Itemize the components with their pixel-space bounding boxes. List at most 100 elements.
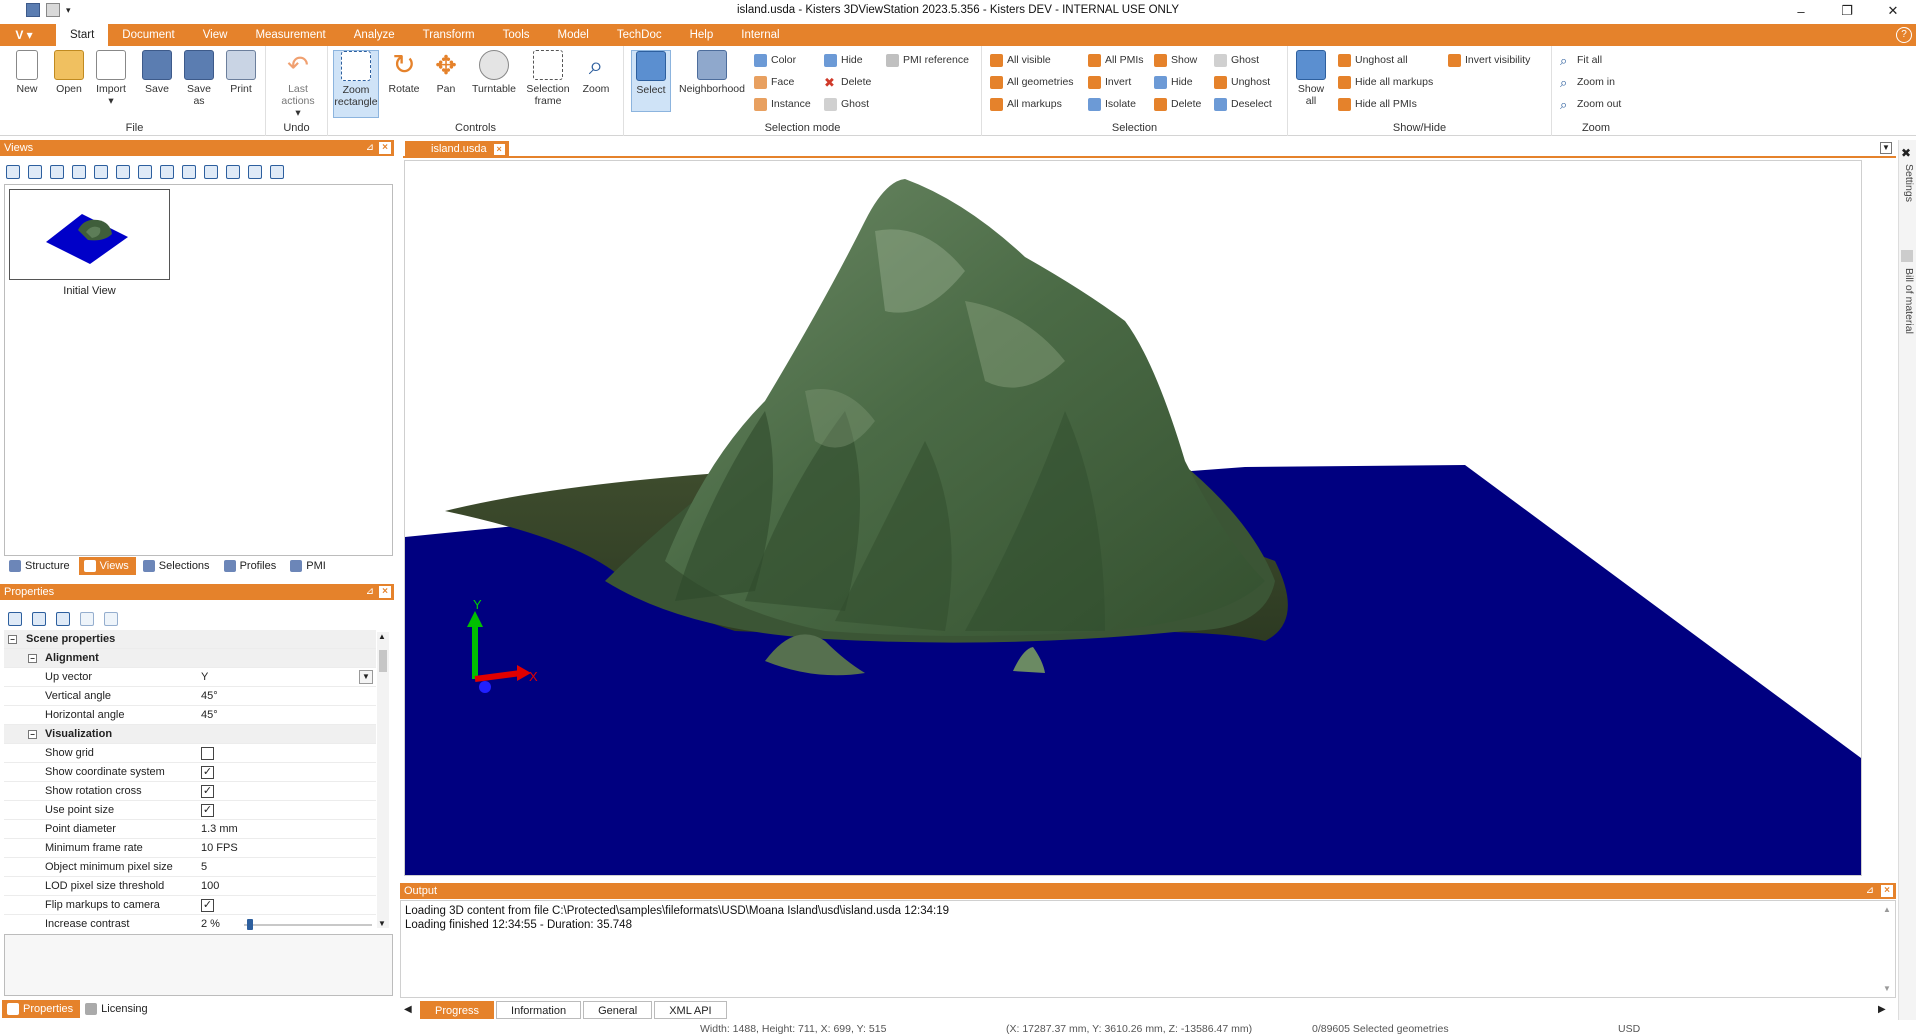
hide-all-pmis-button[interactable]: Hide all PMIs — [1338, 95, 1417, 113]
scroll-up-icon[interactable]: ▲ — [1883, 905, 1891, 914]
zoom-button[interactable]: ⌕ Zoom — [576, 50, 616, 95]
help-icon[interactable]: ? — [1896, 27, 1912, 43]
collapse-icon[interactable]: − — [28, 654, 37, 663]
next-view-icon[interactable] — [138, 165, 152, 179]
tab-profiles[interactable]: Profiles — [219, 557, 284, 575]
scroll-down-icon[interactable]: ▼ — [378, 919, 386, 928]
face-mode-button[interactable]: Face — [754, 73, 794, 91]
print-button[interactable]: Print — [222, 50, 260, 95]
visualization-section[interactable]: − Visualization — [4, 725, 376, 744]
minimum-frame-rate-row[interactable]: Minimum frame rate 10 FPS — [4, 839, 376, 858]
paste-properties-icon[interactable] — [80, 612, 94, 626]
new-button[interactable]: New — [8, 50, 46, 95]
settings-tools-icon[interactable]: ✖ — [1901, 146, 1911, 160]
bill-of-material-side-tab[interactable]: Bill of material — [1901, 268, 1915, 334]
tab-xml-api[interactable]: XML API — [654, 1001, 727, 1019]
delete-view-icon[interactable] — [72, 165, 86, 179]
collapse-icon[interactable]: − — [28, 730, 37, 739]
document-tab-island[interactable]: island.usda × — [405, 141, 509, 158]
output-tabs-scroll-left-icon[interactable]: ◀ — [404, 1004, 412, 1015]
save-button[interactable]: Save — [138, 50, 176, 95]
tab-document[interactable]: Document — [108, 24, 188, 46]
close-output-pane-icon[interactable]: × — [1881, 885, 1893, 897]
properties-scrollbar-thumb[interactable] — [379, 650, 387, 672]
3d-viewport[interactable]: Y X — [404, 160, 1862, 876]
lod-threshold-row[interactable]: LOD pixel size threshold 100 — [4, 877, 376, 896]
app-menu-button[interactable]: V ▾ — [4, 26, 44, 44]
close-document-icon[interactable]: × — [493, 144, 505, 155]
use-point-size-checkbox[interactable]: ✓ — [201, 804, 214, 817]
horizontal-angle-value[interactable]: 45° — [201, 706, 218, 724]
expand-all-icon[interactable] — [8, 612, 22, 626]
close-properties-pane-icon[interactable]: × — [379, 586, 391, 598]
show-rotation-cross-row[interactable]: Show rotation cross ✓ — [4, 782, 376, 801]
minimize-button[interactable]: – — [1778, 0, 1824, 22]
flip-markups-checkbox[interactable]: ✓ — [201, 899, 214, 912]
grid-view-icon[interactable] — [248, 165, 262, 179]
point-diameter-value[interactable]: 1.3 mm — [201, 820, 238, 838]
alignment-section[interactable]: − Alignment — [4, 649, 376, 668]
properties-scrollbar[interactable]: ▲ ▼ — [377, 632, 389, 928]
up-vector-row[interactable]: Up vector Y ▼ — [4, 668, 376, 687]
object-min-pixel-size-value[interactable]: 5 — [201, 858, 207, 876]
tab-selections[interactable]: Selections — [138, 557, 217, 575]
hide-selection-button[interactable]: Hide — [1154, 73, 1193, 91]
output-tabs-scroll-right-icon[interactable]: ▶ — [1878, 1004, 1886, 1015]
chevron-down-icon[interactable]: ▼ — [359, 670, 373, 684]
object-min-pixel-size-row[interactable]: Object minimum pixel size 5 — [4, 858, 376, 877]
tab-information[interactable]: Information — [496, 1001, 582, 1019]
import-view-icon[interactable] — [226, 165, 240, 179]
fit-all-button[interactable]: ⌕ Fit all — [1560, 51, 1602, 69]
export-view-icon[interactable] — [204, 165, 218, 179]
show-rotation-cross-checkbox[interactable]: ✓ — [201, 785, 214, 798]
tab-help[interactable]: Help — [676, 24, 728, 46]
select-button[interactable]: Select — [631, 50, 671, 112]
vertical-angle-row[interactable]: Vertical angle 45° — [4, 687, 376, 706]
copy-properties-icon[interactable] — [56, 612, 70, 626]
import-button[interactable]: Import ▾ — [92, 50, 130, 107]
turntable-button[interactable]: Turntable — [468, 50, 520, 95]
tab-tools[interactable]: Tools — [489, 24, 544, 46]
properties-pin-icon[interactable]: ⊿ — [366, 584, 374, 600]
all-pmis-button[interactable]: All PMIs — [1088, 51, 1144, 69]
view-thumbnail-initial[interactable] — [9, 189, 170, 280]
selection-frame-button[interactable]: Selection frame — [524, 50, 572, 107]
invert-visibility-button[interactable]: Invert visibility — [1448, 51, 1530, 69]
unghost-all-button[interactable]: Unghost all — [1338, 51, 1408, 69]
pmi-reference-button[interactable]: PMI reference — [886, 51, 969, 69]
minimum-frame-rate-value[interactable]: 10 FPS — [201, 839, 238, 857]
increase-contrast-row[interactable]: Increase contrast 2 % — [4, 915, 376, 930]
horizontal-angle-row[interactable]: Horizontal angle 45° — [4, 706, 376, 725]
tab-model[interactable]: Model — [544, 24, 603, 46]
up-vector-value[interactable]: Y — [201, 668, 208, 686]
all-geometries-button[interactable]: All geometries — [990, 73, 1074, 91]
maximize-button[interactable]: ❐ — [1824, 0, 1870, 22]
scroll-down-icon[interactable]: ▼ — [1883, 984, 1891, 993]
pin-icon[interactable]: ⊿ — [366, 140, 374, 156]
delete-mode-button[interactable]: ✖ Delete — [824, 73, 871, 91]
flip-markups-row[interactable]: Flip markups to camera ✓ — [4, 896, 376, 915]
scene-properties-section[interactable]: − Scene properties — [4, 630, 376, 649]
stop-icon[interactable] — [116, 165, 130, 179]
tab-transform[interactable]: Transform — [409, 24, 489, 46]
output-scrollbar[interactable]: ▲ ▼ — [1883, 905, 1893, 993]
tab-structure[interactable]: Structure — [4, 557, 77, 575]
tab-progress[interactable]: Progress — [420, 1001, 495, 1019]
instance-mode-button[interactable]: Instance — [754, 95, 811, 113]
neighborhood-button[interactable]: Neighborhood — [674, 50, 750, 95]
increase-contrast-slider-thumb[interactable] — [246, 919, 253, 930]
show-grid-row[interactable]: Show grid — [4, 744, 376, 763]
add-view-icon[interactable] — [28, 165, 42, 179]
home-view-icon[interactable] — [6, 165, 20, 179]
zoom-rectangle-button[interactable]: Zoom rectangle — [333, 50, 379, 118]
show-grid-checkbox[interactable] — [201, 747, 214, 760]
close-button[interactable]: ✕ — [1870, 0, 1916, 22]
zoom-in-button[interactable]: ⌕ Zoom in — [1560, 73, 1615, 91]
increase-contrast-slider-track[interactable] — [244, 924, 372, 926]
all-markups-button[interactable]: All markups — [990, 95, 1062, 113]
collapse-all-icon[interactable] — [32, 612, 46, 626]
delete-selection-button[interactable]: Delete — [1154, 95, 1201, 113]
refresh-icon[interactable] — [182, 165, 196, 179]
settings-side-tab[interactable]: Settings — [1901, 164, 1915, 202]
scroll-up-icon[interactable]: ▲ — [378, 632, 386, 641]
